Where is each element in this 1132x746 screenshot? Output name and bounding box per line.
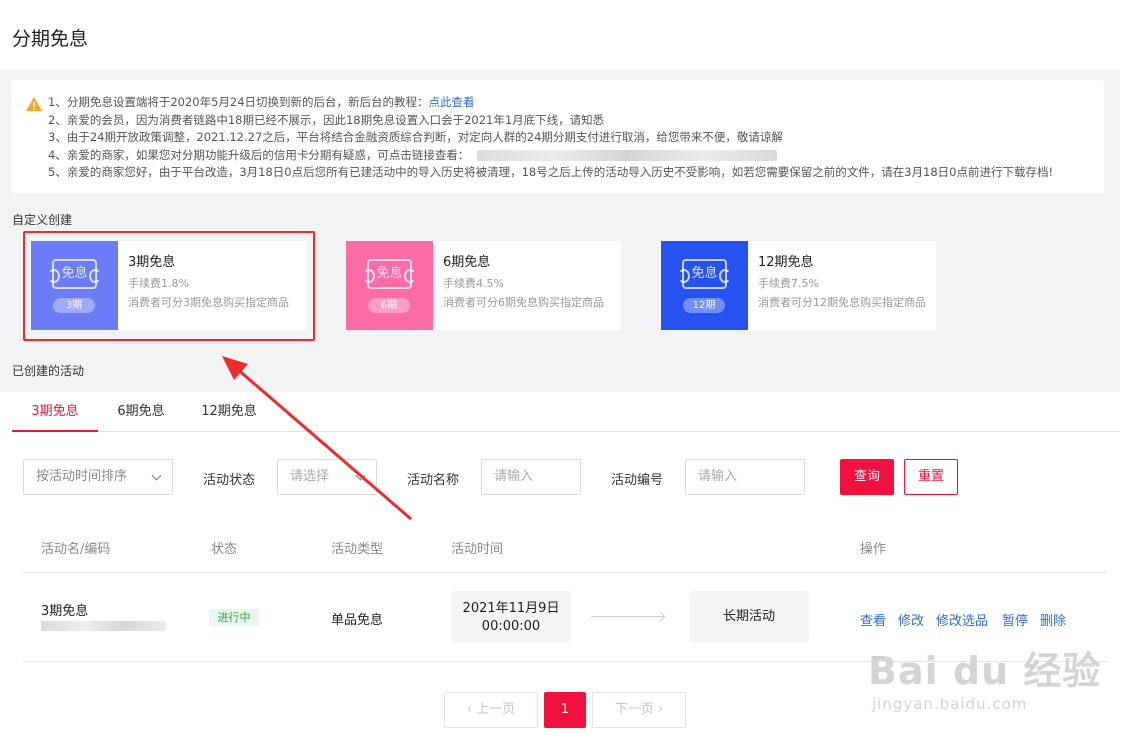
card-name: 12期免息 [758, 255, 814, 270]
divider [23, 572, 1108, 573]
status-badge: 进行中 [209, 609, 259, 626]
card-desc: 消费者可分12期免息购买指定商品 [758, 296, 926, 309]
header-type: 活动类型 [331, 542, 384, 557]
edit-products-action[interactable]: 修改选品 [936, 610, 988, 629]
baidu-watermark: Bai du 经验 jingyan.baidu.com [868, 640, 1101, 713]
sort-select[interactable]: 按活动时间排序 [23, 459, 173, 495]
tab-3-period[interactable]: 3期免息 [12, 392, 98, 432]
code-label: 活动编号 [611, 473, 664, 488]
card-desc: 消费者可分6期免息购买指定商品 [443, 296, 604, 309]
edit-action[interactable]: 修改 [898, 610, 924, 629]
notice-line-3: 3、由于24期开放政策调整，2021.12.27之后，平台将结合金融资质综合判断… [48, 130, 783, 145]
chevron-down-icon [355, 470, 366, 481]
end-time-box: 长期活动 [689, 591, 809, 642]
status-label: 活动状态 [203, 473, 256, 488]
blurred-link[interactable] [477, 149, 778, 161]
prev-page-button[interactable]: ‹ 上一页 [444, 692, 538, 728]
row-activity-code-blurred [41, 621, 166, 631]
card-thumb: 免息 6期 [346, 241, 433, 330]
status-select-placeholder: 请选择 [290, 469, 330, 484]
notice-line-5: 5、亲爱的商家您好，由于平台改造，3月18日0点后您所有已建活动中的导入历史将被… [48, 165, 1054, 180]
query-button[interactable]: 查询 [840, 459, 894, 495]
chevron-left-icon: ‹ [466, 702, 477, 717]
code-input[interactable]: 请输入 [685, 459, 805, 495]
tab-6-period[interactable]: 6期免息 [98, 392, 184, 432]
start-time: 00:00:00 [481, 619, 541, 634]
pause-action[interactable]: 暂停 [1002, 610, 1028, 629]
card-fee: 手续费7.5% [758, 277, 819, 290]
header-actions: 操作 [860, 542, 887, 557]
period-badge: 6期 [368, 298, 410, 313]
created-activities-label: 已创建的活动 [12, 364, 85, 378]
card-thumb: 免息 12期 [661, 241, 748, 330]
name-input[interactable]: 请输入 [481, 459, 581, 495]
card-12-period[interactable]: 免息 12期 12期免息 手续费7.5% 消费者可分12期免息购买指定商品 [661, 241, 936, 330]
reset-button[interactable]: 重置 [904, 459, 958, 495]
notice-line-2: 2、亲爱的会员，因为消费者链路中18期已经不展示，因此18期免息设置入口会于20… [48, 112, 605, 127]
name-label: 活动名称 [407, 473, 460, 488]
chevron-right-icon: › [653, 702, 664, 717]
page-title: 分期免息 [12, 28, 89, 50]
watermark-sub: jingyan.baidu.com [872, 695, 1028, 713]
status-select[interactable]: 请选择 [277, 459, 377, 495]
view-tutorial-link[interactable]: 点此查看 [429, 95, 475, 109]
header-time: 活动时间 [451, 542, 504, 557]
ticket-icon: 免息 [678, 259, 731, 289]
custom-create-label: 自定义创建 [12, 213, 73, 227]
period-badge: 12期 [683, 298, 725, 313]
card-fee: 手续费4.5% [443, 277, 504, 290]
notice-line-4: 4、亲爱的商家，如果您对分期功能升级后的信用卡分期有疑惑，可点击链接查看： [48, 147, 1053, 165]
row-activity-type: 单品免息 [331, 613, 384, 628]
header-status: 状态 [211, 542, 238, 557]
tab-12-period[interactable]: 12期免息 [184, 392, 274, 432]
row-activity-name: 3期免息 [41, 604, 89, 619]
sort-select-value: 按活动时间排序 [36, 469, 128, 484]
page-number-current[interactable]: 1 [544, 692, 586, 728]
delete-action[interactable]: 删除 [1040, 610, 1066, 629]
header-name-code: 活动名/编码 [41, 542, 111, 557]
period-tabs: 3期免息 6期免息 12期免息 [12, 392, 1119, 432]
next-page-button[interactable]: 下一页 › [592, 692, 686, 728]
annotation-highlight-box [23, 231, 315, 341]
card-6-period[interactable]: 免息 6期 6期免息 手续费4.5% 消费者可分6期免息购买指定商品 [346, 241, 621, 330]
warning-icon [26, 97, 42, 111]
notice-panel: 1、分期免息设置端将于2020年5月24日切换到新的后台，新后台的教程：点此查看… [11, 80, 1104, 193]
ticket-icon: 免息 [363, 259, 416, 289]
arrow-right-icon [591, 616, 664, 617]
view-action[interactable]: 查看 [860, 610, 886, 629]
start-time-box: 2021年11月9日 00:00:00 [451, 591, 571, 642]
notice-line-1: 1、分期免息设置端将于2020年5月24日切换到新的后台，新后台的教程：点此查看 [48, 95, 475, 109]
start-date: 2021年11月9日 [462, 601, 560, 616]
card-name: 6期免息 [443, 255, 491, 270]
chevron-down-icon [151, 470, 162, 481]
watermark-main: Bai du 经验 [868, 649, 1102, 693]
